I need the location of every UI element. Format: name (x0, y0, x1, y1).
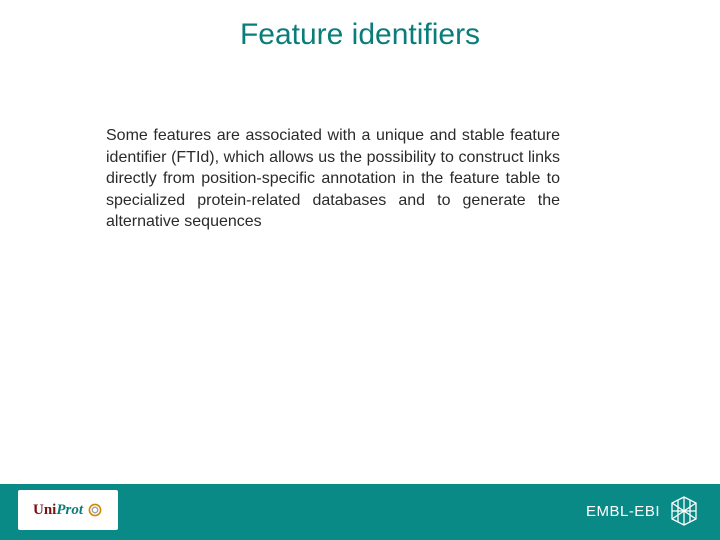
uniprot-logo-uni: Uni (33, 502, 56, 519)
body-paragraph: Some features are associated with a uniq… (106, 125, 560, 233)
footer-bar: UniProt EMBL-EBI (0, 484, 720, 540)
embl-ebi-text: EMBL-EBI (586, 503, 660, 520)
uniprot-swirl-icon (87, 502, 103, 518)
uniprot-logo-prot: Prot (56, 502, 83, 519)
uniprot-logo: UniProt (18, 490, 118, 530)
embl-ebi-mark-icon (670, 496, 698, 526)
slide: Feature identifiers Some features are as… (0, 0, 720, 540)
slide-title: Feature identifiers (0, 18, 720, 52)
embl-ebi-logo: EMBL-EBI (586, 496, 698, 526)
